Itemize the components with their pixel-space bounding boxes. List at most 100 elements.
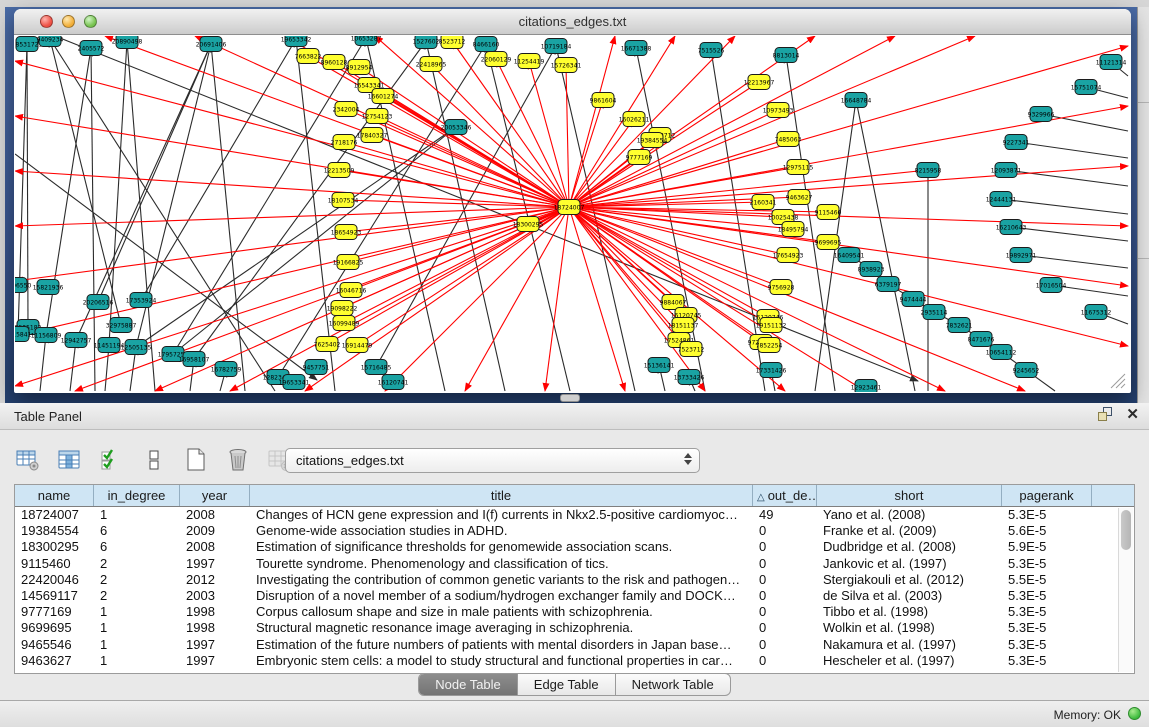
new-table-icon[interactable] <box>182 447 210 473</box>
graph-node-teal[interactable]: 7515526 <box>698 43 725 58</box>
table-scrollbar[interactable] <box>1118 508 1133 672</box>
graph-node-teal[interactable]: 2935114 <box>921 305 948 320</box>
column-header-short[interactable]: short <box>817 485 1002 506</box>
graph-node-yellow[interactable]: 7485063 <box>775 132 802 147</box>
graph-node-hub[interactable]: 18724007 <box>554 200 585 215</box>
table-selector[interactable]: citations_edges.txt <box>285 448 700 473</box>
graph-node-teal[interactable]: 8215958 <box>915 163 942 178</box>
graph-node-yellow[interactable]: 2718176 <box>331 135 358 150</box>
splitpane-divider-handle[interactable] <box>560 394 580 402</box>
graph-node-teal[interactable]: 12093871 <box>991 163 1022 178</box>
tab-network-table[interactable]: Network Table <box>616 674 730 695</box>
graph-node-teal[interactable]: 20890498 <box>112 36 143 49</box>
graph-node-yellow[interactable]: 15726341 <box>551 58 582 73</box>
graph-node-teal[interactable]: 20206516 <box>83 295 114 310</box>
graph-node-yellow[interactable]: 16026211 <box>619 112 650 127</box>
graph-node-yellow[interactable]: 7625402 <box>314 337 341 352</box>
table-row[interactable]: 1938455462009Genome-wide association stu… <box>15 523 1134 539</box>
graph-node-yellow[interactable]: 10973493 <box>763 103 794 118</box>
graph-node-teal[interactable]: 15136141 <box>644 358 675 373</box>
table-row[interactable]: 2242004622012Investigating the contribut… <box>15 572 1134 588</box>
column-header-pagerank[interactable]: pagerank <box>1002 485 1092 506</box>
graph-node-teal[interactable]: 16671388 <box>621 41 652 56</box>
graph-node-teal[interactable]: 13733426 <box>674 370 705 385</box>
table-options-icon[interactable] <box>14 447 42 473</box>
column-visibility-icon[interactable] <box>56 447 84 473</box>
graph-node-teal[interactable]: 3915841 <box>15 327 32 342</box>
graph-node-teal[interactable]: 19653341 <box>279 375 310 390</box>
table-row[interactable]: 911546021997Tourette syndrome. Phenomeno… <box>15 556 1134 572</box>
graph-node-teal[interactable]: 12923461 <box>851 380 882 393</box>
graph-node-yellow[interactable]: 2160341 <box>750 195 777 210</box>
graph-node-teal[interactable]: 7832621 <box>946 318 973 333</box>
network-canvas[interactable]: 1853172194092342405572208904982069140619… <box>15 36 1130 392</box>
graph-node-teal[interactable]: 1527602 <box>413 36 440 49</box>
graph-node-yellow[interactable]: 12975115 <box>783 160 814 175</box>
graph-node-yellow[interactable]: 9756928 <box>768 280 795 295</box>
graph-node-teal[interactable]: 9457751 <box>303 360 330 375</box>
graph-node-teal[interactable]: 17331426 <box>756 363 787 378</box>
graph-node-yellow[interactable]: 7523712 <box>678 342 705 357</box>
graph-node-teal[interactable]: 16409541 <box>834 248 865 263</box>
graph-node-yellow[interactable]: 17654923 <box>773 248 804 263</box>
graph-node-yellow[interactable]: 9115460 <box>815 205 842 220</box>
select-all-icon[interactable] <box>98 447 126 473</box>
graph-node-teal[interactable]: 6379197 <box>875 277 902 292</box>
graph-node-teal[interactable]: 12942757 <box>61 333 92 348</box>
graph-node-yellow[interactable]: 16914479 <box>342 338 373 353</box>
graph-node-teal[interactable]: 10719184 <box>541 39 572 54</box>
column-header-in_degree[interactable]: in_degree <box>94 485 180 506</box>
close-panel-icon[interactable]: ✕ <box>1126 407 1139 422</box>
graph-node-yellow[interactable]: 9861604 <box>590 93 617 108</box>
graph-node-yellow[interactable]: 9699695 <box>815 235 842 250</box>
float-panel-icon[interactable] <box>1098 407 1114 422</box>
row-height-icon[interactable] <box>140 447 168 473</box>
graph-node-teal[interactable]: 8471676 <box>968 332 995 347</box>
graph-node-teal[interactable]: 12444131 <box>986 192 1017 207</box>
graph-node-yellow[interactable]: 9463627 <box>786 190 813 205</box>
memory-status-indicator[interactable] <box>1128 707 1141 720</box>
graph-node-yellow[interactable]: 12754123 <box>362 109 393 124</box>
graph-node-yellow[interactable]: 7852254 <box>756 338 783 353</box>
table-row[interactable]: 1872400712008Changes of HCN gene express… <box>15 507 1134 523</box>
graph-node-teal[interactable]: 15716485 <box>361 360 392 375</box>
graph-node-yellow[interactable]: 18654923 <box>331 225 362 240</box>
table-row[interactable]: 946362711997Embryonic stem cells: a mode… <box>15 653 1134 669</box>
graph-node-teal[interactable]: 11121314 <box>1096 55 1127 70</box>
table-row[interactable]: 946554611997Estimation of the future num… <box>15 637 1134 653</box>
graph-node-yellow[interactable]: 19384554 <box>637 133 668 148</box>
graph-node-yellow[interactable]: 12213967 <box>744 75 775 90</box>
graph-node-teal[interactable]: 11675312 <box>1081 305 1112 320</box>
tab-node-table[interactable]: Node Table <box>419 674 518 695</box>
column-header-out_de[interactable]: △out_de… <box>753 485 817 506</box>
graph-node-teal[interactable]: 9227341 <box>1003 135 1030 150</box>
graph-node-teal[interactable]: 16210643 <box>996 220 1027 235</box>
graph-node-yellow[interactable]: 17840327 <box>357 128 388 143</box>
graph-node-teal[interactable]: 16958107 <box>179 352 210 367</box>
graph-node-teal[interactable]: 12505135 <box>121 340 152 355</box>
graph-node-yellow[interactable]: 18107534 <box>328 193 359 208</box>
graph-node-teal[interactable]: 16648784 <box>841 93 872 108</box>
graph-node-yellow[interactable]: 19151132 <box>756 318 787 333</box>
window-titlebar[interactable]: citations_edges.txt <box>14 9 1131 35</box>
table-row[interactable]: 969969511998Structural magnetic resonanc… <box>15 620 1134 636</box>
graph-node-yellow[interactable]: 19166825 <box>333 255 364 270</box>
graph-node-teal[interactable]: 20053346 <box>441 120 472 135</box>
graph-node-teal[interactable]: 20691406 <box>196 37 227 52</box>
table-row[interactable]: 1456911722003Disruption of a novel membe… <box>15 588 1134 604</box>
graph-node-teal[interactable]: 17016504 <box>1036 278 1067 293</box>
graph-node-yellow[interactable]: 9777169 <box>626 150 653 165</box>
graph-node-yellow[interactable]: 8960128 <box>321 55 348 70</box>
table-scrollbar-thumb[interactable] <box>1121 510 1131 550</box>
graph-node-teal[interactable]: 8938923 <box>858 262 885 277</box>
graph-node-teal[interactable]: 8466160 <box>473 37 500 52</box>
graph-node-teal[interactable]: 9245652 <box>1013 363 1040 378</box>
graph-node-teal[interactable]: 8813014 <box>773 48 800 63</box>
graph-node-yellow[interactable]: 16099489 <box>329 316 360 331</box>
graph-node-teal[interactable]: 16782759 <box>211 362 242 377</box>
column-header-name[interactable]: name <box>15 485 94 506</box>
graph-node-teal[interactable]: 2405572 <box>78 41 105 56</box>
graph-node-teal[interactable]: 15821936 <box>33 280 64 295</box>
graph-node-yellow[interactable]: 2342004 <box>333 102 360 117</box>
graph-node-teal[interactable]: 15751074 <box>1071 80 1102 95</box>
